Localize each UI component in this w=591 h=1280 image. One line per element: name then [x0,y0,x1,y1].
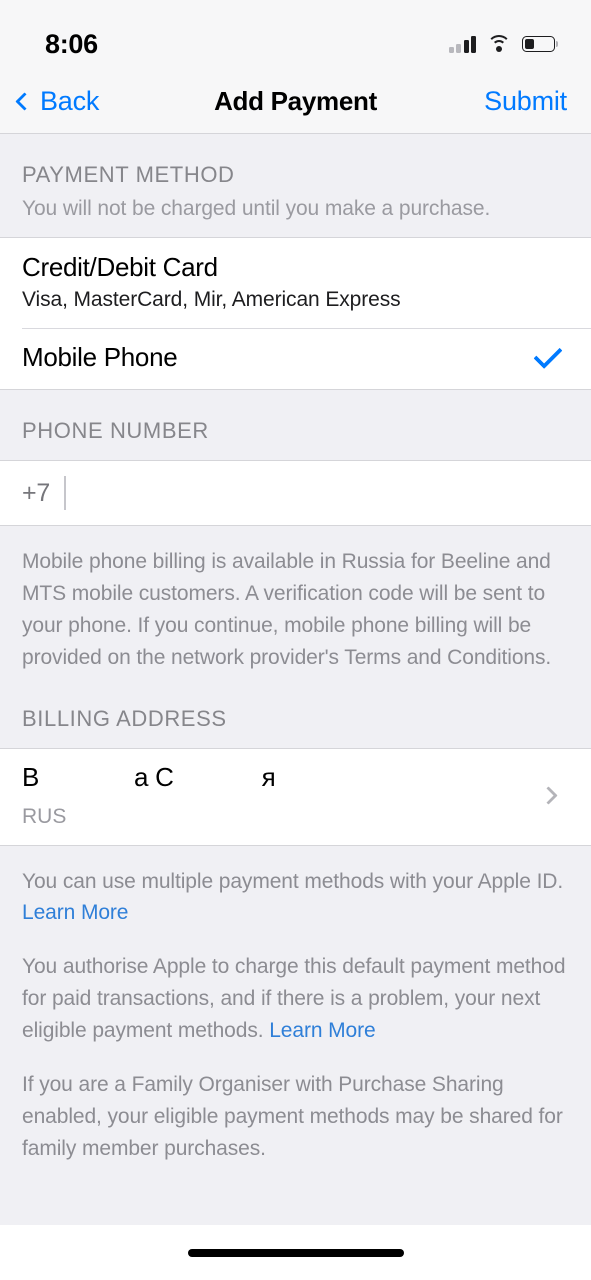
home-indicator[interactable] [187,1248,404,1257]
add-payment-screen: 8:06 Back Add Payment Submit PAYMENT MET… [0,0,591,1280]
submit-button[interactable]: Submit [484,86,591,117]
billing-address-country: RUS [22,804,67,828]
payment-option-subtitle: Visa, MasterCard, Mir, American Express [22,288,401,311]
payment-method-section-header: PAYMENT METHOD You will not be charged u… [0,134,591,237]
multiple-methods-footnote: You can use multiple payment methods wit… [0,846,591,934]
payment-method-section-subtitle: You will not be charged until you make a… [22,197,491,220]
phone-number-input-row[interactable]: +7 [0,460,591,526]
back-button[interactable]: Back [0,86,99,117]
phone-number-section-header: PHONE NUMBER [0,390,591,460]
text-cursor [64,476,67,510]
billing-address-card: Ва С я RUS [0,747,591,846]
settings-list: PAYMENT METHOD You will not be charged u… [0,134,591,1225]
checkmark-icon [533,340,563,369]
phone-number-section-title: PHONE NUMBER [22,418,209,443]
status-bar-time: 8:06 [45,28,98,59]
payment-option-title: Credit/Debit Card [22,252,218,282]
learn-more-link-1[interactable]: Learn More [22,901,128,924]
navigation-bar: Back Add Payment Submit [0,70,591,134]
family-sharing-footnote: If you are a Family Organiser with Purch… [22,1073,563,1160]
chevron-right-icon [539,786,558,805]
payment-option-mobile-phone[interactable]: Mobile Phone [0,328,591,389]
phone-billing-footnote: Mobile phone billing is available in Rus… [22,550,552,669]
name-fragment-2: а С [134,761,174,792]
back-button-label: Back [40,86,100,116]
wifi-icon [487,35,511,53]
billing-address-section-header: BILLING ADDRESS [0,677,591,748]
billing-address-name: Ва С я [22,761,276,793]
billing-address-row[interactable]: Ва С я RUS [0,749,591,845]
battery-icon [522,36,558,52]
payment-option-credit-debit-card[interactable]: Credit/Debit Card Visa, MasterCard, Mir,… [0,238,591,328]
multiple-methods-text: You can use multiple payment methods wit… [22,869,564,893]
learn-more-link-2[interactable]: Learn More [269,1019,375,1042]
payment-method-options: Credit/Debit Card Visa, MasterCard, Mir,… [0,237,591,390]
name-fragment-3: я [261,761,276,792]
payment-option-title: Mobile Phone [22,342,178,372]
status-bar: 8:06 [0,0,591,70]
authorise-footnote: You authorise Apple to charge this defau… [0,933,591,1051]
status-bar-indicators [448,35,558,53]
home-indicator-area [0,1225,591,1280]
chevron-left-icon [15,91,34,111]
name-fragment-1: В [22,761,40,792]
payment-method-section-title: PAYMENT METHOD [22,162,235,187]
billing-address-section-title: BILLING ADDRESS [22,705,227,731]
country-code-prefix: +7 [22,478,51,507]
cellular-signal-icon [448,35,476,53]
